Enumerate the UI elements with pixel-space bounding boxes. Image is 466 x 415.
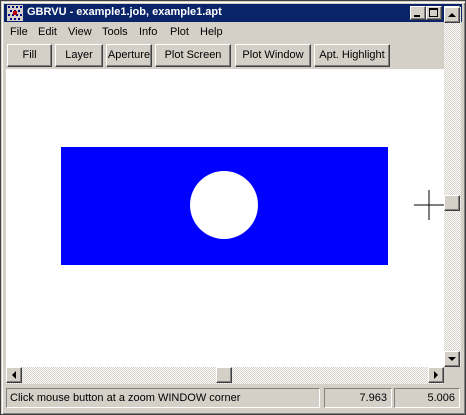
maximize-button[interactable] [426,6,442,20]
menu-help[interactable]: Help [200,26,223,38]
gerber-view [61,147,444,265]
fill-button[interactable]: Fill [7,44,52,67]
arrow-down-icon [448,357,456,361]
status-message: Click mouse button at a zoom WINDOW corn… [6,388,320,408]
vertical-scroll-thumb[interactable] [444,195,460,211]
scroll-up-button[interactable] [444,7,460,23]
menu-edit[interactable]: Edit [38,26,57,38]
horizontal-scrollbar[interactable] [6,367,444,384]
layer-button[interactable]: Layer [55,44,103,67]
apt-highlight-button[interactable]: Apt. Highlight [314,44,390,67]
plot-screen-button[interactable]: Plot Screen [155,44,231,67]
arrow-left-icon [12,371,16,379]
horizontal-scroll-thumb[interactable] [216,367,232,383]
scroll-down-button[interactable] [444,351,460,367]
menu-info[interactable]: Info [139,26,157,38]
status-y-coordinate: 5.006 [394,388,460,408]
minimize-icon [414,15,420,17]
minimize-button[interactable] [410,6,426,20]
menu-file[interactable]: File [10,26,28,38]
aperture-button[interactable]: Aperture [106,44,152,67]
status-bar: Click mouse button at a zoom WINDOW corn… [4,386,462,410]
crosshair-icon [414,190,444,220]
arrow-up-icon [448,13,456,17]
menu-plot[interactable]: Plot [170,26,189,38]
scroll-right-button[interactable] [428,367,444,383]
app-icon [7,5,23,21]
window-title: GBRVU - example1.job, example1.apt [27,6,222,18]
scrollbar-corner [444,367,461,384]
toolbar: Fill Layer Aperture Plot Screen Plot Win… [4,42,444,69]
title-bar[interactable]: GBRVU - example1.job, example1.apt [4,4,462,22]
menu-tools[interactable]: Tools [102,26,128,38]
menu-view[interactable]: View [68,26,92,38]
arrow-right-icon [434,371,438,379]
app-window: GBRVU - example1.job, example1.apt File … [0,0,466,415]
drawing-canvas[interactable] [6,69,444,367]
plot-window-button[interactable]: Plot Window [235,44,311,67]
vertical-scrollbar[interactable] [444,7,461,367]
scroll-left-button[interactable] [6,367,22,383]
status-x-coordinate: 7.963 [324,388,392,408]
menu-bar: File Edit View Tools Info Plot Help [4,23,462,42]
maximize-icon [429,8,438,17]
hole-circle [190,171,258,239]
